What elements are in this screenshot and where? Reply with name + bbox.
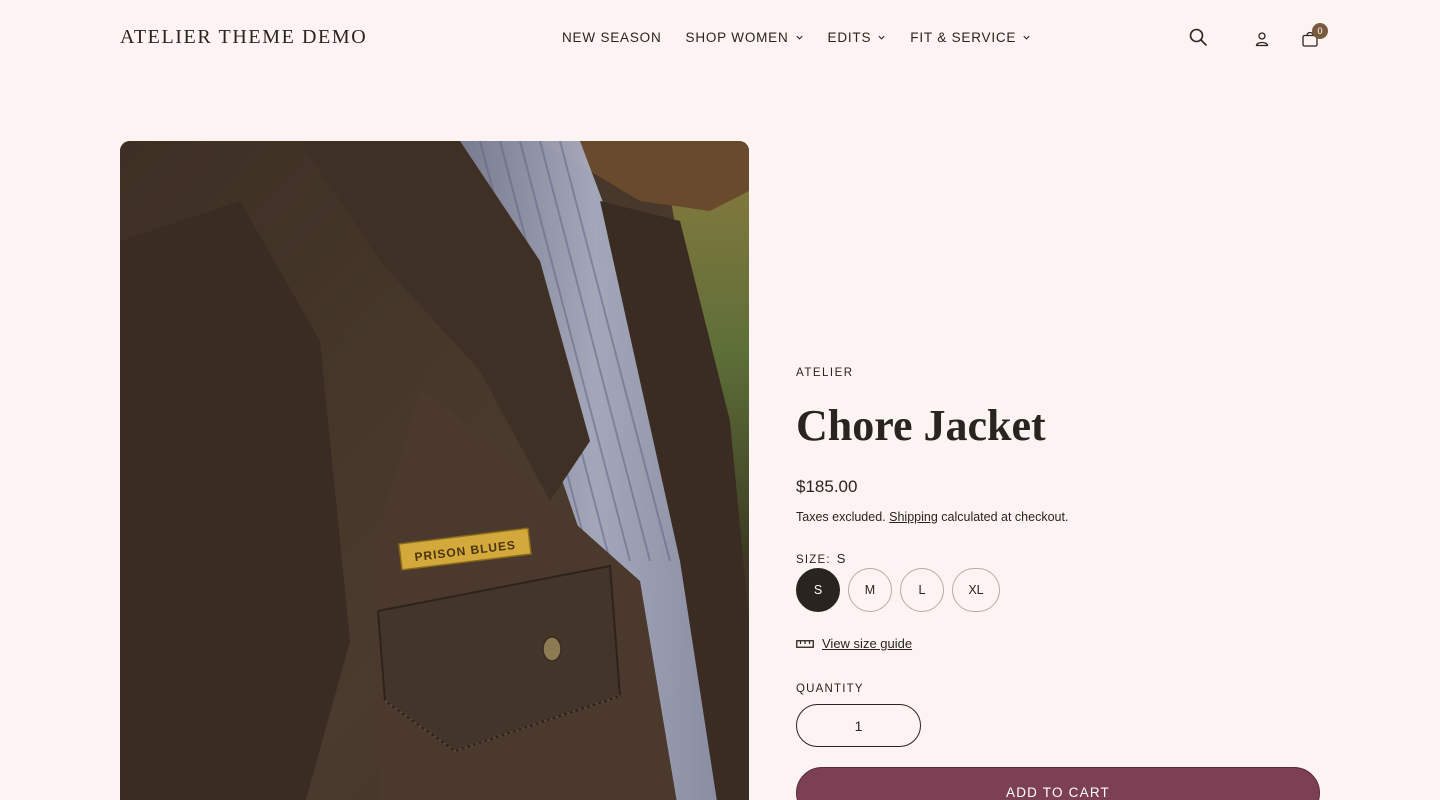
size-guide-link[interactable]: View size guide — [796, 636, 912, 651]
nav-item-shop-women[interactable]: SHOP WOMEN — [686, 30, 804, 45]
size-selector: S M L XL — [796, 568, 1000, 612]
size-option-m[interactable]: M — [848, 568, 892, 612]
tax-note: Taxes excluded. Shipping calculated at c… — [796, 510, 1068, 524]
product-title: Chore Jacket — [796, 401, 1046, 450]
main-nav: NEW SEASON SHOP WOMEN EDITS FIT & SERVIC… — [562, 30, 1031, 45]
nav-item-edits[interactable]: EDITS — [828, 30, 887, 45]
chevron-down-icon — [795, 35, 803, 40]
nav-item-label: NEW SEASON — [562, 30, 662, 45]
product-vendor: ATELIER — [796, 367, 854, 379]
size-option-s[interactable]: S — [796, 568, 840, 612]
product-image[interactable]: PRISON BLUES — [120, 141, 749, 800]
size-label-text: SIZE: — [796, 554, 831, 566]
size-option-label: SIZE: S — [796, 551, 845, 566]
cart-count-badge: 0 — [1312, 23, 1328, 39]
shipping-link[interactable]: Shipping — [889, 510, 938, 524]
tax-suffix: calculated at checkout. — [941, 510, 1069, 524]
product-photo: PRISON BLUES — [120, 141, 749, 800]
quantity-input[interactable]: 1 — [796, 704, 921, 747]
nav-item-fit-service[interactable]: FIT & SERVICE — [910, 30, 1031, 45]
nav-item-new-season[interactable]: NEW SEASON — [562, 30, 662, 45]
size-selected-value: S — [836, 551, 846, 566]
tax-prefix: Taxes excluded. — [796, 510, 886, 524]
site-header: ATELIER THEME DEMO NEW SEASON SHOP WOMEN… — [0, 0, 1440, 80]
size-option-l[interactable]: L — [900, 568, 944, 612]
add-to-cart-button[interactable]: ADD TO CART — [796, 767, 1320, 800]
size-guide-label: View size guide — [822, 636, 913, 651]
nav-item-label: SHOP WOMEN — [685, 30, 789, 45]
chevron-down-icon — [878, 35, 885, 40]
chevron-down-icon — [1023, 35, 1030, 40]
ruler-icon — [796, 639, 814, 648]
site-logo[interactable]: ATELIER THEME DEMO — [120, 26, 367, 49]
search-icon[interactable] — [1188, 27, 1208, 47]
size-option-xl[interactable]: XL — [952, 568, 1000, 612]
nav-item-label: EDITS — [827, 30, 872, 45]
account-icon[interactable] — [1254, 31, 1270, 47]
quantity-label: QUANTITY — [796, 683, 864, 695]
nav-item-label: FIT & SERVICE — [910, 30, 1017, 45]
product-price: $185.00 — [796, 477, 858, 496]
